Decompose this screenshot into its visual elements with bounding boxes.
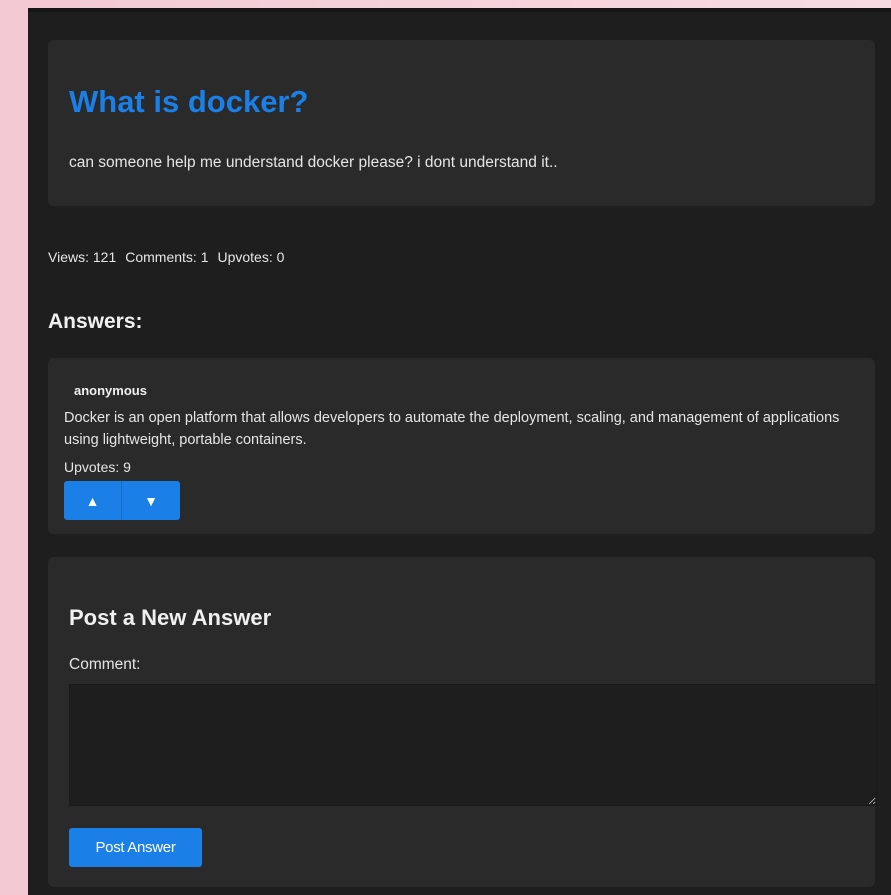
- question-body: can someone help me understand docker pl…: [69, 154, 558, 171]
- answer-card: anonymous Docker is an open platform tha…: [48, 358, 875, 534]
- upvote-button[interactable]: ▲: [64, 481, 122, 520]
- comment-label: Comment:: [69, 656, 141, 673]
- answers-heading: Answers:: [48, 310, 143, 333]
- vote-buttons: ▲ ▼: [64, 481, 180, 520]
- answer-author: anonymous: [74, 383, 147, 398]
- post-answer-button[interactable]: Post Answer: [69, 828, 202, 867]
- question-title: What is docker?: [69, 84, 309, 119]
- question-stats: Views: 121 Comments: 1 Upvotes: 0: [48, 249, 293, 265]
- post-answer-card: Post a New Answer Comment: Post Answer: [48, 557, 877, 887]
- comment-textarea[interactable]: [69, 684, 877, 806]
- answer-upvotes: Upvotes: 9: [64, 459, 131, 475]
- question-card: What is docker? can someone help me unde…: [48, 40, 875, 206]
- post-answer-heading: Post a New Answer: [69, 605, 272, 630]
- triangle-down-icon: ▼: [144, 492, 158, 509]
- upvotes-count: Upvotes: 0: [217, 249, 285, 265]
- views-count: Views: 121: [48, 249, 117, 265]
- downvote-button[interactable]: ▼: [122, 481, 180, 520]
- answer-text: Docker is an open platform that allows d…: [64, 410, 840, 448]
- triangle-up-icon: ▲: [85, 492, 100, 509]
- app-window: What is docker? can someone help me unde…: [28, 8, 891, 895]
- comments-count: Comments: 1: [125, 249, 209, 265]
